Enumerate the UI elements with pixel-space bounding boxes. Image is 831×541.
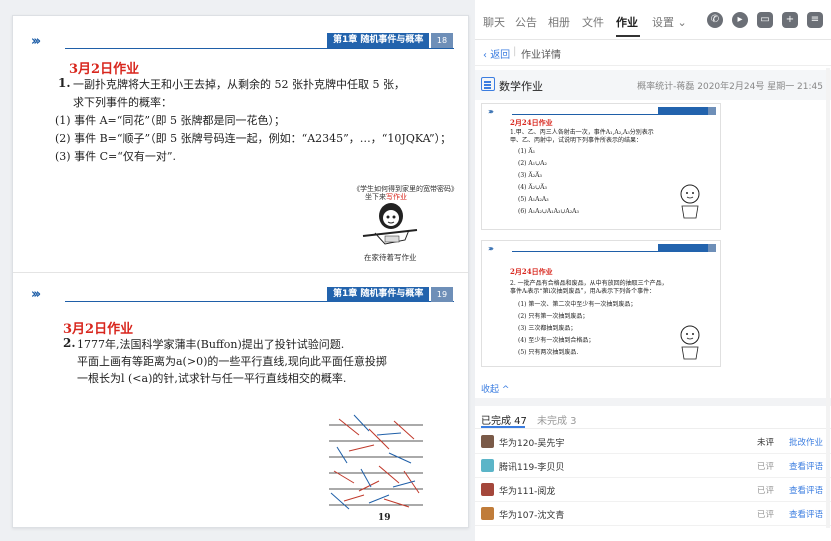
page-badge <box>708 244 716 252</box>
student-row: 华为107-沈文青 已评 查看评语 <box>475 502 831 526</box>
homework-title: 3月2日作业 <box>63 322 134 337</box>
chapter-badge: 第1章 随机事件与概率 <box>327 33 430 48</box>
page-badge: 18 <box>431 33 453 48</box>
more-icon[interactable]: ≡ <box>807 12 823 28</box>
section-divider <box>475 398 831 406</box>
thumb-line: 甲、乙、丙射中，试说明下列事件所表示的结果： <box>510 137 643 144</box>
chapter-badge: 第1章 随机事件与概率 <box>327 287 430 302</box>
grade-status: 未评 <box>757 438 775 448</box>
meme-caption: 在家待着写作业 <box>364 253 417 262</box>
page-badge: 19 <box>431 287 453 302</box>
header-rule <box>65 48 454 49</box>
question-number: 1. <box>58 76 71 90</box>
top-tabs: 聊天 公告 相册 文件 作业 设置 ⌄ ✆ ▸ ▭ + ≡ <box>475 0 831 40</box>
homework-title: 3月2日作业 <box>69 62 140 77</box>
tab-chat[interactable]: 聊天 <box>483 14 505 30</box>
question-line: (1) 事件 A=“同花”（即 5 张牌都是同一花色）； <box>55 114 285 127</box>
cartoon-figure <box>680 325 700 360</box>
thumb-line: (3) 三次都抽到废品； <box>518 325 577 332</box>
slide-arrows-icon: ››› <box>31 34 41 49</box>
student-row: 华为111-阅龙 已评 查看评语 <box>475 478 831 502</box>
chapter-badge <box>658 107 708 115</box>
thumb-line: (3) A̅₂A̅₃ <box>518 172 542 179</box>
question-line: (3) 事件 C=“仅有一对”. <box>55 150 176 163</box>
page-badge <box>708 107 716 115</box>
student-row: 腾讯119-李贝贝 已评 查看评语 <box>475 454 831 478</box>
homework-meta: 概率统计-蒋磊 2020年2月24号 星期一 21:45 <box>637 82 823 92</box>
avatar <box>481 507 494 520</box>
chapter-badge <box>658 244 708 252</box>
student-name: 腾讯119-李贝贝 <box>499 463 565 473</box>
document-icon <box>481 77 495 91</box>
avatar <box>481 435 494 448</box>
thumb-line: (4) A̅₂∪A̅₃ <box>518 184 547 191</box>
avatar <box>481 459 494 472</box>
video-icon[interactable]: ▸ <box>732 12 748 28</box>
thumb-line: (5) 只有两次抽到废品. <box>518 349 579 356</box>
slide-arrows-icon: ››› <box>31 287 41 302</box>
tab-homework[interactable]: 作业 <box>616 14 638 30</box>
screen-icon[interactable]: ▭ <box>757 12 773 28</box>
homework-image-1[interactable]: ››› 2月24日作业 1.甲、乙、丙三人各射击一次，事件A₁,A₂,A₃分别表… <box>481 103 721 230</box>
thumb-line: (2) 只有第一次抽到废品； <box>518 313 589 320</box>
grade-status: 已评 <box>757 486 775 496</box>
question-line: (2) 事件 B=“顺子”（即 5 张牌号码连一起，例如：“A2345”，…，“… <box>55 132 452 145</box>
student-name: 华为120-吴先宇 <box>499 439 565 449</box>
thumb-line: (1) 第一次、第二次中至少有一次抽到废品； <box>518 301 637 308</box>
homework-image-2[interactable]: ››› 2月24日作业 2. 一批产品有合格品和废品，从中有放回的抽取三个产品，… <box>481 240 721 367</box>
scrollbar[interactable] <box>826 68 830 528</box>
question-number: 2. <box>63 336 76 350</box>
thumb-line: (4) 至少有一次抽到合格品； <box>518 337 595 344</box>
grade-homework-link[interactable]: 批改作业 <box>789 436 823 448</box>
meme-image <box>362 203 418 245</box>
separator: | <box>513 46 517 57</box>
question-line: 平面上画有等距离为a(>0)的一些平行直线,现向此平面任意投掷 <box>77 355 387 368</box>
add-chat-icon[interactable]: + <box>782 12 798 28</box>
divider-line <box>475 428 831 429</box>
tab-album[interactable]: 相册 <box>548 14 570 30</box>
grade-status: 已评 <box>757 510 775 520</box>
group-panel: 聊天 公告 相册 文件 作业 设置 ⌄ ✆ ▸ ▭ + ≡ ‹ 返回 | 作业详… <box>475 0 831 541</box>
slide-arrows-icon: ››› <box>488 107 494 116</box>
cartoon-figure <box>680 184 700 219</box>
thumb-line: (5) A₁A₂A₃ <box>518 196 549 203</box>
thumb-title: 2月24日作业 <box>510 267 553 276</box>
back-button[interactable]: ‹ 返回 <box>483 46 510 61</box>
question-line: 1777年,法国科学家蒲丰(Buffon)提出了投针试验问题. <box>77 338 345 351</box>
homework-header: 数学作业 概率统计-蒋磊 2020年2月24号 星期一 21:45 <box>475 70 831 100</box>
student-row: 华为120-吴先宇 未评 批改作业 <box>475 430 831 454</box>
collapse-link[interactable]: 收起 ^ <box>481 382 509 395</box>
tab-files[interactable]: 文件 <box>582 14 604 30</box>
tab-uncompleted[interactable]: 未完成 3 <box>537 412 577 427</box>
homework-name: 数学作业 <box>499 80 543 93</box>
active-tab-indicator <box>616 35 640 37</box>
page-title: 作业详情 <box>521 50 561 61</box>
avatar <box>481 483 494 496</box>
slide-page-19: ››› 第1章 随机事件与概率 19 3月2日作业 2. 1777年,法国科学家… <box>13 272 468 527</box>
tab-settings[interactable]: 设置 ⌄ <box>652 14 687 30</box>
student-name: 华为111-阅龙 <box>499 487 556 497</box>
slide-page-18: ››› 第1章 随机事件与概率 18 3月2日作业 1. 一副扑克牌将大王和小王… <box>13 16 468 272</box>
tab-completed[interactable]: 已完成 47 <box>481 412 527 427</box>
thumb-line: 事件Aᵢ表示“第i次抽到废品”，用Aᵢ表示下列各个事件： <box>510 288 656 295</box>
document-viewer: ››› 第1章 随机事件与概率 18 3月2日作业 1. 一副扑克牌将大王和小王… <box>12 15 469 528</box>
question-line: 一副扑克牌将大王和小王去掉，从剩余的 52 张扑克牌中任取 5 张， <box>73 78 405 91</box>
buffon-needle-figure <box>329 414 423 510</box>
view-comment-link[interactable]: 查看评语 <box>789 508 823 520</box>
view-comment-link[interactable]: 查看评语 <box>789 484 823 496</box>
slide-arrows-icon: ››› <box>488 244 494 253</box>
sub-header: ‹ 返回 | 作业详情 <box>475 40 831 66</box>
thumb-line: (6) A₁A₂∪A₁A₃∪A₂A₃ <box>518 208 579 215</box>
thumb-line: (1) A̅₁ <box>518 148 536 155</box>
question-line: 求下列事件的概率： <box>73 96 172 109</box>
tab-announcement[interactable]: 公告 <box>515 14 537 30</box>
student-name: 华为107-沈文青 <box>499 511 565 521</box>
page-number: 19 <box>378 513 391 523</box>
phone-icon[interactable]: ✆ <box>707 12 723 28</box>
grade-status: 已评 <box>757 462 775 472</box>
view-comment-link[interactable]: 查看评语 <box>789 460 823 472</box>
thumb-line: (2) A₁∪A₂ <box>518 160 547 167</box>
question-line: 一根长为l (<a)的针,试求针与任一平行直线相交的概率. <box>77 372 347 385</box>
